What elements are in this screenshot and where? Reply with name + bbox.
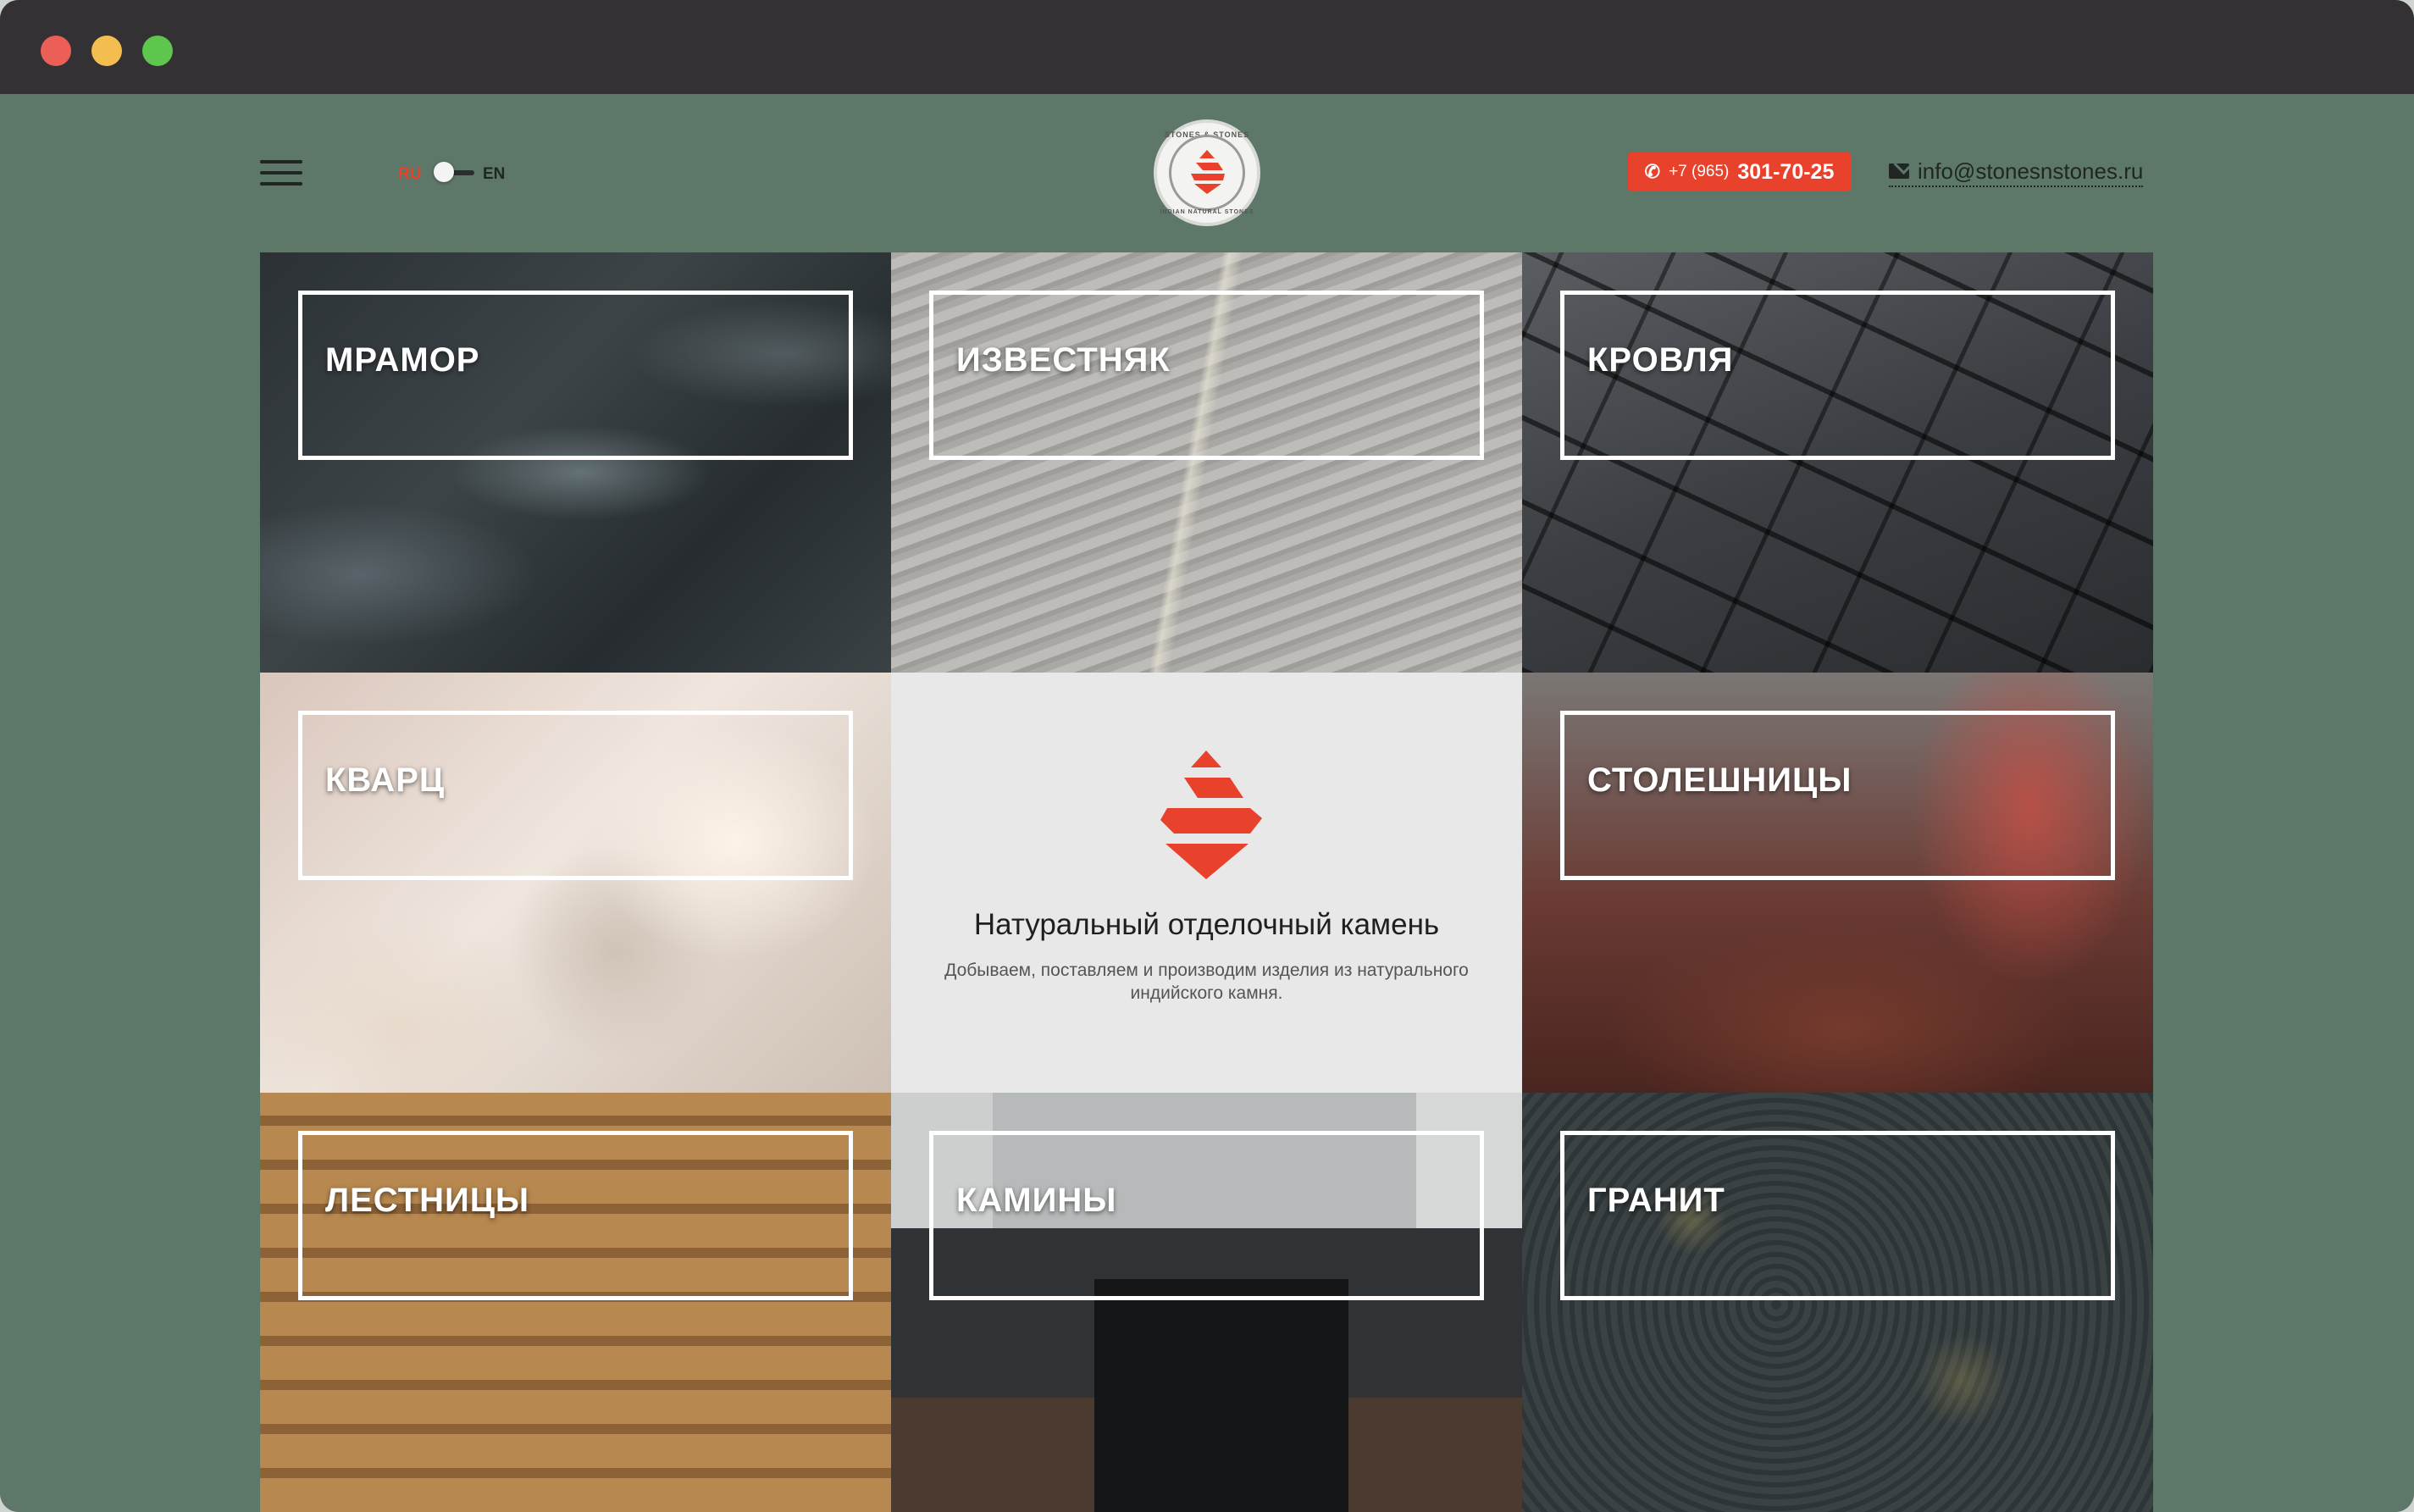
phone-icon: ✆ [1644,161,1661,182]
window-titlebar [0,0,2414,94]
tile-granite[interactable]: ГРАНИТ [1522,1093,2153,1512]
tile-label: КРОВЛЯ [1587,341,1734,379]
hamburger-line [260,160,302,163]
tile-label-frame: КВАРЦ [298,711,853,880]
page: RU EN STONES & STONES INDIAN NATURAL STO… [0,94,2414,1512]
tile-fireplaces[interactable]: КАМИНЫ [891,1093,1522,1512]
browser-window: RU EN STONES & STONES INDIAN NATURAL STO… [0,0,2414,1512]
tile-label-frame: ЛЕСТНИЦЫ [298,1131,853,1300]
phone-button[interactable]: ✆ +7 (965) 301-70-25 [1628,152,1851,191]
phone-prefix: +7 (965) [1669,163,1730,180]
tile-marble[interactable]: МРАМОР [260,252,891,673]
tile-label: ЛЕСТНИЦЫ [325,1182,530,1219]
mail-icon [1889,163,1909,179]
tile-label: СТОЛЕШНИЦЫ [1587,762,1852,799]
hamburger-line [260,182,302,186]
intro-title: Натуральный отделочный камень [973,908,1440,941]
phone-number: 301-70-25 [1737,159,1835,184]
intro-subtitle: Добываем, поставляем и производим издели… [944,961,1469,1003]
email-link[interactable]: info@stonesnstones.ru [1889,157,2144,187]
lang-ru-label[interactable]: RU [398,165,421,184]
tile-label: КАМИНЫ [956,1182,1117,1219]
tile-quartz[interactable]: КВАРЦ [260,673,891,1093]
tile-roofing[interactable]: КРОВЛЯ [1522,252,2153,673]
logo-pyramid-icon [1191,150,1225,194]
lang-toggle-knob[interactable] [434,162,454,182]
tile-label-frame: СТОЛЕШНИЦЫ [1560,711,2115,880]
site-logo[interactable]: STONES & STONES INDIAN NATURAL STONES [1154,119,1260,226]
email-text: info@stonesnstones.ru [1918,158,2144,184]
category-grid: МРАМОР ИЗВЕСТНЯК КРОВЛЯ КВАРЦ Натуральны… [260,252,2154,1512]
tile-label-frame: КРОВЛЯ [1560,291,2115,460]
tile-limestone[interactable]: ИЗВЕСТНЯК [891,252,1522,673]
intro-panel: Натуральный отделочный камень Добываем, … [891,673,1522,1093]
tile-label: МРАМОР [325,341,480,379]
tile-label: ГРАНИТ [1587,1182,1725,1219]
close-window-button[interactable] [41,36,71,66]
logo-text-bottom: INDIAN NATURAL STONES [1160,209,1254,215]
hamburger-icon[interactable] [260,160,302,186]
tile-label-frame: ГРАНИТ [1560,1131,2115,1300]
lang-en-label[interactable]: EN [483,165,505,184]
tile-stairs[interactable]: ЛЕСТНИЦЫ [260,1093,891,1512]
fireplace-hearth [1094,1279,1348,1512]
maximize-window-button[interactable] [142,36,173,66]
tile-label-frame: ИЗВЕСТНЯК [929,291,1484,460]
tile-label: ИЗВЕСТНЯК [956,341,1171,379]
tile-label-frame: КАМИНЫ [929,1131,1484,1300]
tile-countertops[interactable]: СТОЛЕШНИЦЫ [1522,673,2153,1093]
minimize-window-button[interactable] [91,36,122,66]
tile-label-frame: МРАМОР [298,291,853,460]
brand-pyramid-icon [1160,750,1262,879]
tile-label: КВАРЦ [325,762,446,799]
language-switch[interactable]: RU EN [398,160,517,186]
hamburger-line [260,171,302,174]
